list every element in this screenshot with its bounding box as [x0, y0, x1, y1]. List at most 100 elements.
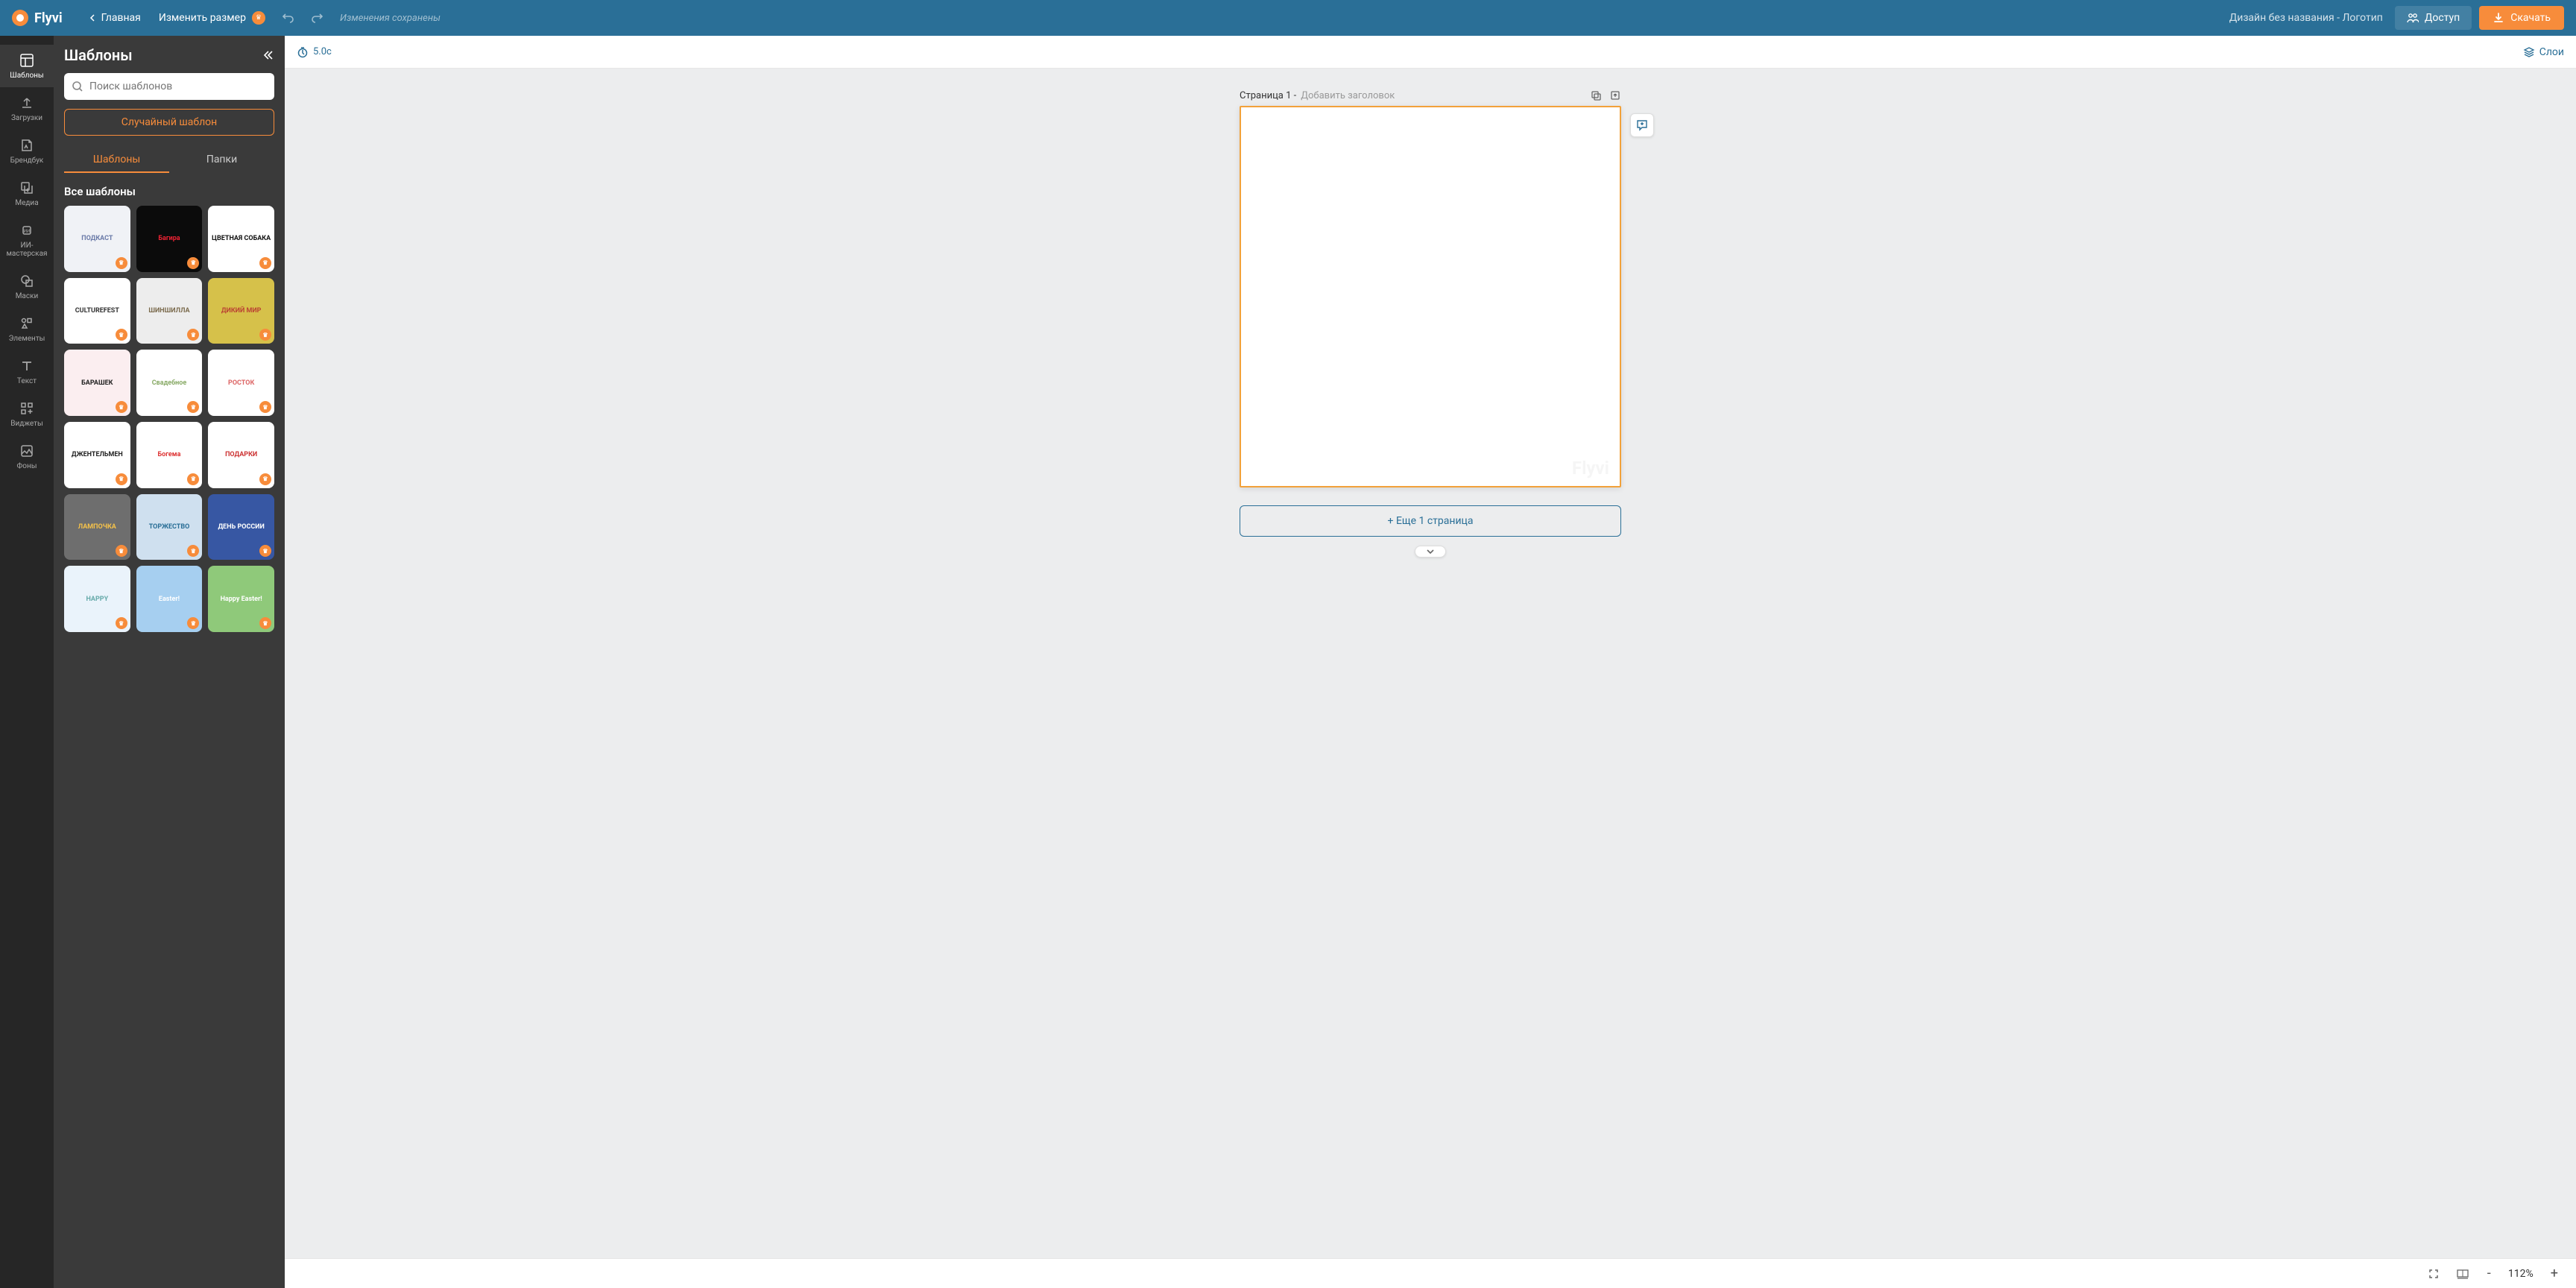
- crown-icon: ♛: [259, 257, 271, 269]
- nav-templates[interactable]: Шаблоны: [0, 45, 54, 87]
- zoom-controls: - 112% +: [2483, 1266, 2563, 1281]
- layers-label: Слои: [2539, 46, 2564, 58]
- layers-button[interactable]: Слои: [2523, 46, 2564, 58]
- page-header: Страница 1 - Добавить заголовок: [1240, 89, 1621, 101]
- logo[interactable]: Flyvi: [12, 10, 63, 26]
- template-card-label: Easter!: [159, 596, 180, 603]
- crown-icon: ♛: [259, 329, 271, 341]
- template-card[interactable]: ПОДКАСТ♛: [64, 206, 130, 272]
- tab-templates[interactable]: Шаблоны: [64, 148, 169, 173]
- crown-icon: ♛: [259, 473, 271, 485]
- grid-view-button[interactable]: [2453, 1265, 2472, 1283]
- home-label: Главная: [101, 12, 141, 24]
- saved-status: Изменения сохранены: [340, 13, 441, 24]
- download-icon: [2493, 12, 2504, 24]
- template-card-label: Happy Easter!: [221, 596, 262, 603]
- fullscreen-button[interactable]: [2425, 1265, 2443, 1283]
- template-card-label: ПОДАРКИ: [225, 451, 257, 458]
- crown-icon: ♛: [116, 473, 127, 485]
- nav-ai[interactable]: ИИ ИИ-мастерская: [0, 215, 54, 265]
- template-card[interactable]: ТОРЖЕСТВО♛: [136, 494, 203, 561]
- template-card[interactable]: ПОДАРКИ ♛: [208, 422, 274, 488]
- crown-icon: ♛: [259, 545, 271, 557]
- template-card-label: ЦВЕТНАЯ СОБАКА: [212, 235, 271, 242]
- crown-icon: ♛: [116, 329, 127, 341]
- crown-icon: ♛: [259, 401, 271, 413]
- crown-icon: ♛: [187, 401, 199, 413]
- page-number-label: Страница 1 -: [1240, 90, 1296, 101]
- add-comment-button[interactable]: [1630, 113, 1654, 137]
- template-card[interactable]: ЦВЕТНАЯ СОБАКА ♛: [208, 206, 274, 272]
- page-title-input[interactable]: Добавить заголовок: [1301, 90, 1585, 101]
- svg-text:ИИ: ИИ: [24, 229, 31, 234]
- zoom-out-button[interactable]: -: [2483, 1266, 2496, 1281]
- text-icon: [19, 358, 35, 374]
- redo-button[interactable]: [306, 7, 328, 29]
- canvas-page[interactable]: Flyvi: [1240, 106, 1621, 487]
- watermark: Flyvi: [1572, 458, 1609, 479]
- nav-backgrounds[interactable]: Фоны: [0, 435, 54, 478]
- add-page-button[interactable]: + Еще 1 страница: [1240, 505, 1621, 537]
- nav-elements-label: Элементы: [9, 335, 45, 343]
- template-card-label: HAPPY: [86, 596, 109, 603]
- zoom-value[interactable]: 112%: [2504, 1268, 2537, 1280]
- nav-templates-label: Шаблоны: [10, 72, 43, 80]
- undo-button[interactable]: [277, 7, 300, 29]
- comment-plus-icon: [1635, 119, 1649, 132]
- nav-masks[interactable]: Маски: [0, 265, 54, 308]
- expand-icon: [2428, 1268, 2440, 1280]
- template-card-label: РОСТОК: [228, 379, 254, 387]
- section-all-templates: Все шаблоны: [64, 185, 274, 198]
- search-input[interactable]: [89, 80, 267, 92]
- template-card[interactable]: ДЖЕНТЕЛЬМЕН♛: [64, 422, 130, 488]
- template-card[interactable]: Easter!♛: [136, 566, 203, 632]
- resize-button[interactable]: Изменить размер ♛: [150, 7, 274, 29]
- zoom-in-button[interactable]: +: [2546, 1266, 2563, 1281]
- template-card[interactable]: HAPPY♛: [64, 566, 130, 632]
- collapse-panel-button[interactable]: [262, 49, 274, 61]
- template-card[interactable]: Свадебное ♛: [136, 350, 203, 416]
- template-card[interactable]: БАРАШЕК♛: [64, 350, 130, 416]
- share-button[interactable]: Доступ: [2395, 6, 2472, 30]
- nav-media[interactable]: Медиа: [0, 172, 54, 215]
- nav-rail: Шаблоны Загрузки Брендбук Медиа ИИ ИИ-ма…: [0, 36, 54, 1288]
- template-card[interactable]: Багира♛: [136, 206, 203, 272]
- layers-icon: [2523, 46, 2535, 58]
- template-card[interactable]: ЛАМПОЧКА♛: [64, 494, 130, 561]
- nav-elements[interactable]: Элементы: [0, 308, 54, 350]
- expand-pages-button[interactable]: [1415, 546, 1446, 558]
- nav-widgets-label: Виджеты: [10, 420, 42, 428]
- template-card[interactable]: ДИКИЙ МИР ♛: [208, 278, 274, 344]
- home-button[interactable]: Главная: [80, 7, 150, 28]
- design-name[interactable]: Дизайн без названия - Логотип: [2229, 12, 2383, 24]
- template-card[interactable]: РОСТОК ♛: [208, 350, 274, 416]
- brandbook-icon: [19, 137, 35, 154]
- template-card[interactable]: CULTUREFEST♛: [64, 278, 130, 344]
- download-button[interactable]: Скачать: [2479, 6, 2564, 30]
- search-input-wrap[interactable]: [64, 73, 274, 100]
- people-icon: [2407, 12, 2419, 24]
- animation-timer-button[interactable]: 5.0с: [297, 46, 332, 58]
- template-card[interactable]: ШИНШИЛЛА♛: [136, 278, 203, 344]
- chevrons-left-icon: [262, 49, 274, 61]
- nav-media-label: Медиа: [15, 199, 38, 207]
- nav-widgets[interactable]: Виджеты: [0, 393, 54, 435]
- template-card[interactable]: Богема♛: [136, 422, 203, 488]
- canvas-toolbar: 5.0с Слои: [285, 36, 2576, 69]
- tab-folders[interactable]: Папки: [169, 148, 274, 173]
- template-card[interactable]: ДЕНЬ РОССИИ♛: [208, 494, 274, 561]
- nav-brandbook[interactable]: Брендбук: [0, 130, 54, 172]
- template-card[interactable]: Happy Easter!♛: [208, 566, 274, 632]
- duplicate-page-icon[interactable]: [1590, 89, 1602, 101]
- bottom-bar: - 112% +: [285, 1258, 2576, 1288]
- nav-uploads[interactable]: Загрузки: [0, 87, 54, 130]
- export-page-icon[interactable]: [1609, 89, 1621, 101]
- random-template-button[interactable]: Случайный шаблон: [64, 109, 274, 136]
- template-card-label: ДИКИЙ МИР: [221, 307, 262, 315]
- stopwatch-icon: [297, 46, 309, 58]
- nav-text[interactable]: Текст: [0, 350, 54, 393]
- nav-uploads-label: Загрузки: [11, 114, 42, 122]
- template-card-label: ТОРЖЕСТВО: [149, 523, 190, 531]
- template-card-label: Свадебное: [152, 379, 186, 387]
- crown-icon: ♛: [116, 545, 127, 557]
